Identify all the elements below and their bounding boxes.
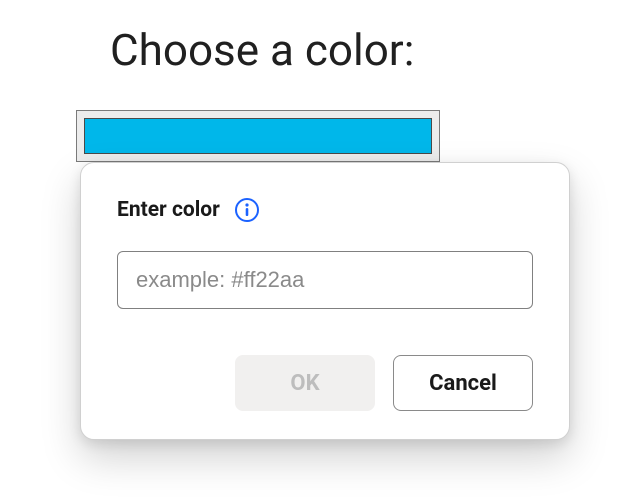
color-input[interactable] <box>117 251 533 309</box>
ok-button[interactable]: OK <box>235 355 375 411</box>
button-row: OK Cancel <box>117 355 533 411</box>
info-icon[interactable] <box>234 197 260 223</box>
color-swatch-fill <box>84 118 432 154</box>
cancel-button[interactable]: Cancel <box>393 355 533 411</box>
popover-title: Enter color <box>117 198 220 222</box>
page-title: Choose a color: <box>110 24 414 76</box>
color-swatch[interactable] <box>76 110 440 162</box>
color-entry-popover: Enter color OK Cancel <box>80 162 570 440</box>
popover-header: Enter color <box>117 197 533 223</box>
